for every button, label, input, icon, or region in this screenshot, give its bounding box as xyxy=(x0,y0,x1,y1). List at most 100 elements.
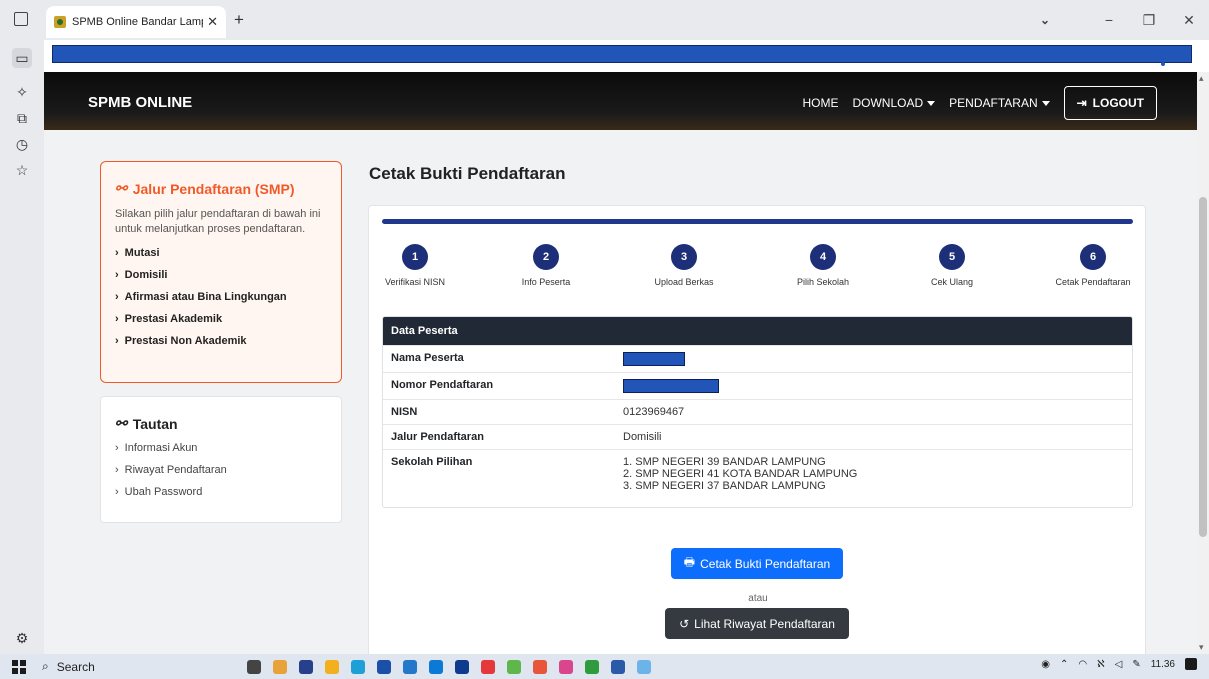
app-icon[interactable] xyxy=(507,659,521,674)
redacted-registration-number xyxy=(623,379,719,393)
page-title: Cetak Bukti Pendaftaran xyxy=(369,164,566,183)
nav-home[interactable]: HOME xyxy=(802,96,838,110)
url-redacted xyxy=(52,45,1192,63)
scrollbar-thumb[interactable] xyxy=(1199,197,1207,537)
minimize-button[interactable]: − xyxy=(1089,12,1129,28)
lihat-riwayat-label: Lihat Riwayat Pendaftaran xyxy=(694,616,835,631)
page-scrollbar[interactable]: ▴ ▾ xyxy=(1197,72,1209,654)
new-tab-button[interactable]: + xyxy=(234,11,244,29)
tab-actions-icon[interactable] xyxy=(14,12,28,26)
language-icon[interactable]: ℵ xyxy=(1097,659,1104,670)
step-pilih-sekolah: 4 Pilih Sekolah xyxy=(763,244,883,287)
app-icon[interactable] xyxy=(585,659,599,674)
tautan-riwayat-pendaftaran[interactable]: › Riwayat Pendaftaran xyxy=(115,464,327,476)
task-view-icon[interactable] xyxy=(247,659,261,674)
edge-icon[interactable] xyxy=(351,659,365,674)
jalur-item-label: Prestasi Non Akademik xyxy=(124,335,247,347)
link-icon: ⚯ xyxy=(115,180,127,196)
app-icon[interactable] xyxy=(559,659,573,674)
chevron-up-icon[interactable]: ⌃ xyxy=(1060,659,1068,670)
redacted-name xyxy=(623,352,685,366)
chevron-right-icon: › xyxy=(115,313,119,325)
table-row: Nama Peserta xyxy=(383,345,1132,372)
sidebar-toggle-icon[interactable]: ▭ xyxy=(12,48,32,68)
scroll-up-icon[interactable]: ▴ xyxy=(1199,73,1204,84)
history-sidebar-icon[interactable]: ◷ xyxy=(12,134,32,154)
app-icon[interactable] xyxy=(481,659,495,674)
volume-icon[interactable]: ◁ xyxy=(1115,659,1123,670)
tab-list-dropdown-icon[interactable]: ⌄ xyxy=(1025,13,1065,27)
brand-logo[interactable]: SPMB ONLINE xyxy=(88,94,192,111)
row-value: Domisili xyxy=(623,431,662,443)
file-explorer-icon[interactable] xyxy=(325,659,339,674)
step-number: 2 xyxy=(533,244,559,270)
chevron-right-icon: › xyxy=(115,486,119,498)
help-icon[interactable]: ◉ xyxy=(1041,659,1050,670)
favorites-icon[interactable]: ☆ xyxy=(12,160,32,180)
app-icon[interactable] xyxy=(429,659,443,674)
app-icon[interactable] xyxy=(403,659,417,674)
app-icon[interactable] xyxy=(377,659,391,674)
chevron-right-icon: › xyxy=(115,442,119,454)
browser-titlebar: SPMB Online Bandar Lampung ✕ + ⌄ − ❐ ✕ xyxy=(0,0,1209,40)
sekolah-pilihan-2: 2. SMP NEGERI 41 KOTA BANDAR LAMPUNG xyxy=(623,468,858,480)
app-icon[interactable] xyxy=(455,659,469,674)
nav-home-label: HOME xyxy=(802,96,839,110)
close-window-button[interactable]: ✕ xyxy=(1169,12,1209,29)
jalur-list: › Mutasi › Domisili › Afirmasi atau Bina Li… xyxy=(115,247,327,347)
search-icon: ⌕ xyxy=(42,659,49,673)
windows-start-icon[interactable] xyxy=(12,659,26,674)
notification-icon[interactable] xyxy=(1185,658,1197,670)
tautan-card: ⚯ Tautan › Informasi Akun › Riwayat Pendaf… xyxy=(100,396,342,523)
chevron-right-icon: › xyxy=(115,464,119,476)
step-label: Upload Berkas xyxy=(654,277,714,287)
jalur-item-mutasi[interactable]: › Mutasi xyxy=(115,247,327,259)
jalur-item-afirmasi[interactable]: › Afirmasi atau Bina Lingkungan xyxy=(115,291,327,303)
browser-tab[interactable]: SPMB Online Bandar Lampung ✕ xyxy=(46,6,226,38)
printer-icon: 🖶 xyxy=(683,555,696,569)
clock[interactable]: 11.36 xyxy=(1151,659,1175,670)
chrome-icon[interactable] xyxy=(533,659,547,674)
row-key: Nomor Pendaftaran xyxy=(391,379,494,391)
step-label: Verifikasi NISN xyxy=(384,277,446,287)
jalur-title: Jalur Pendaftaran (SMP) xyxy=(132,180,295,197)
gear-icon[interactable]: ⚙ xyxy=(12,628,32,648)
app-icon[interactable] xyxy=(637,659,651,674)
restore-button[interactable]: ❐ xyxy=(1129,12,1169,29)
taskbar-search[interactable]: ⌕ Search xyxy=(42,659,202,674)
tab-title: SPMB Online Bandar Lampung xyxy=(72,16,203,28)
link-icon: ⚯ xyxy=(115,415,127,431)
tab-close-icon[interactable]: ✕ xyxy=(207,14,218,30)
step-cetak-pendaftaran: 6 Cetak Pendaftaran xyxy=(1033,244,1153,287)
step-upload-berkas: 3 Upload Berkas xyxy=(624,244,744,287)
app-icon[interactable] xyxy=(273,659,287,674)
app-icon[interactable] xyxy=(299,659,313,674)
history-icon: ↺ xyxy=(679,616,690,631)
jalur-item-prestasi-non-akademik[interactable]: › Prestasi Non Akademik xyxy=(115,335,327,347)
scroll-down-icon[interactable]: ▾ xyxy=(1199,642,1204,653)
address-bar[interactable] xyxy=(44,40,1209,72)
logout-button[interactable]: ⇥ LOGOUT xyxy=(1063,86,1157,120)
wifi-icon[interactable]: ◠ xyxy=(1078,659,1087,670)
word-icon[interactable] xyxy=(611,659,625,674)
tautan-ubah-password[interactable]: › Ubah Password xyxy=(115,486,327,498)
tautan-informasi-akun[interactable]: › Informasi Akun xyxy=(115,442,327,454)
nav-download[interactable]: DOWNLOAD xyxy=(852,96,936,110)
lihat-riwayat-button[interactable]: ↺ Lihat Riwayat Pendaftaran xyxy=(665,608,849,639)
row-key: Jalur Pendaftaran xyxy=(391,431,484,443)
jalur-item-domisili[interactable]: › Domisili xyxy=(115,269,327,281)
pen-icon[interactable]: ✎ xyxy=(1132,659,1140,670)
page-viewport: SPMB ONLINE HOME DOWNLOAD PENDAFTARAN ⇥ … xyxy=(44,72,1197,654)
data-peserta-table: Data Peserta Nama Peserta Nomor Pendafta… xyxy=(382,316,1133,508)
cetak-bukti-button[interactable]: 🖶 Cetak Bukti Pendaftaran xyxy=(671,548,843,579)
nav-pendaftaran[interactable]: PENDAFTARAN xyxy=(949,96,1050,110)
collections-icon[interactable]: ⧉ xyxy=(12,108,32,128)
row-key: NISN xyxy=(391,406,418,418)
copilot-icon[interactable]: ✧ xyxy=(12,82,32,102)
row-value: 0123969467 xyxy=(623,406,685,418)
stepper: 1 Verifikasi NISN 2 Info Peserta 3 Uploa… xyxy=(369,244,1147,294)
nav-pendaftaran-label: PENDAFTARAN xyxy=(949,96,1038,110)
step-number: 3 xyxy=(671,244,697,270)
chevron-right-icon: › xyxy=(115,335,119,347)
jalur-item-prestasi-akademik[interactable]: › Prestasi Akademik xyxy=(115,313,327,325)
